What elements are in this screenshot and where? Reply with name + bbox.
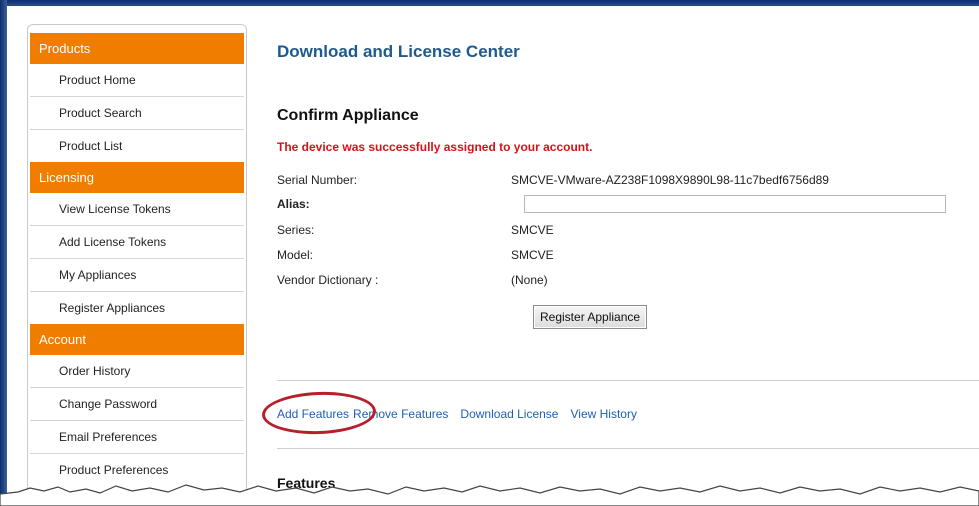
sidebar-item-view-license-tokens[interactable]: View License Tokens — [30, 193, 244, 226]
remove-features-link[interactable]: Remove Features — [353, 407, 448, 421]
sidebar-section-account: Account — [30, 324, 244, 355]
register-appliance-button[interactable]: Register Appliance — [533, 305, 648, 329]
sidebar-item-register-appliances[interactable]: Register Appliances — [30, 292, 244, 324]
sidebar-item-order-history[interactable]: Order History — [30, 355, 244, 388]
torn-edge-decoration — [0, 484, 979, 506]
serial-number-value: SMCVE-VMware-AZ238F1098X9890L98-11c7bedf… — [511, 173, 829, 187]
section-title: Confirm Appliance — [277, 107, 419, 124]
divider — [277, 380, 979, 381]
divider — [277, 448, 979, 449]
series-label: Series: — [277, 223, 315, 237]
success-message: The device was successfully assigned to … — [277, 140, 593, 154]
sidebar-item-product-search[interactable]: Product Search — [30, 97, 244, 130]
vendor-dictionary-label: Vendor Dictionary : — [277, 273, 379, 287]
serial-number-label: Serial Number: — [277, 173, 358, 187]
sidebar-item-product-home[interactable]: Product Home — [30, 64, 244, 97]
sidebar-section-licensing: Licensing — [30, 162, 244, 193]
sidebar-item-my-appliances[interactable]: My Appliances — [30, 259, 244, 292]
add-features-link[interactable]: Add Features — [277, 407, 349, 421]
sidebar-section-products: Products — [30, 33, 244, 64]
page-title: Download and License Center — [277, 42, 520, 61]
window-frame-left — [0, 0, 7, 506]
sidebar-item-email-preferences[interactable]: Email Preferences — [30, 421, 244, 454]
vendor-dictionary-value: (None) — [511, 273, 548, 287]
alias-label: Alias: — [277, 197, 310, 211]
series-value: SMCVE — [511, 223, 554, 237]
sidebar: Products Product Home Product Search Pro… — [27, 24, 247, 506]
model-label: Model: — [277, 248, 314, 262]
feature-links: Add Features Remove Features Download Lice… — [277, 407, 649, 421]
sidebar-item-add-license-tokens[interactable]: Add License Tokens — [30, 226, 244, 259]
download-license-link[interactable]: Download License — [460, 407, 558, 421]
main-content: Download and License Center Confirm Appl… — [261, 0, 979, 506]
sidebar-item-change-password[interactable]: Change Password — [30, 388, 244, 421]
alias-input[interactable] — [524, 195, 946, 213]
model-value: SMCVE — [511, 248, 554, 262]
sidebar-item-product-list[interactable]: Product List — [30, 130, 244, 162]
view-history-link[interactable]: View History — [570, 407, 636, 421]
